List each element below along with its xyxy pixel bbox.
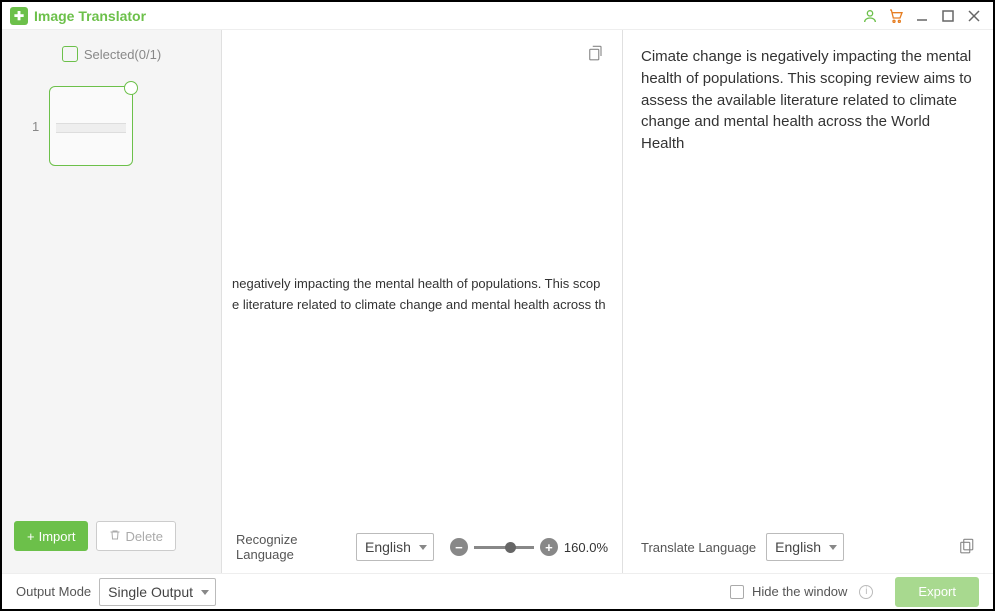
maximize-button[interactable] (937, 5, 959, 27)
translate-language-value: English (775, 539, 821, 555)
hide-window-label: Hide the window (752, 584, 847, 599)
app-logo-icon: ✚ (10, 7, 28, 25)
right-panel: Cimate change is negatively impacting th… (623, 30, 993, 573)
hide-window-checkbox[interactable] (730, 585, 744, 599)
export-label: Export (918, 584, 956, 599)
translated-text: Cimate change is negatively impacting th… (641, 46, 975, 521)
sidebar: Selected(0/1) 1 + Import Delete (2, 30, 222, 573)
user-icon[interactable] (859, 5, 881, 27)
import-label: Import (39, 529, 76, 544)
info-icon[interactable]: i (859, 585, 873, 599)
output-mode-select[interactable]: Single Output (99, 578, 216, 606)
thumbnail-select-dot[interactable] (124, 81, 138, 95)
recognize-language-label: Recognize Language (236, 532, 344, 562)
center-panel: negatively impacting the mental health o… (222, 30, 623, 573)
translate-language-label: Translate Language (641, 540, 756, 555)
zoom-in-button[interactable]: + (540, 538, 558, 556)
delete-button[interactable]: Delete (96, 521, 176, 551)
select-all-checkbox[interactable] (62, 46, 78, 62)
recognize-language-value: English (365, 539, 411, 555)
app-title: Image Translator (34, 8, 146, 24)
recognize-language-select[interactable]: English (356, 533, 434, 561)
preview-line-1: negatively impacting the mental health o… (232, 274, 622, 295)
import-button[interactable]: + Import (14, 521, 88, 551)
selected-row: Selected(0/1) (14, 46, 209, 62)
trash-icon (109, 529, 121, 544)
translate-language-select[interactable]: English (766, 533, 844, 561)
center-toolbar: Recognize Language English − + 160.0% (222, 521, 622, 573)
copy-translation-icon[interactable] (957, 537, 975, 558)
plus-icon: + (27, 529, 35, 544)
thumbnail[interactable] (49, 86, 133, 166)
right-toolbar: Translate Language English (641, 521, 975, 573)
app-window: ✚ Image Translator Selected(0/1) 1 (0, 0, 995, 611)
close-button[interactable] (963, 5, 985, 27)
minimize-button[interactable] (911, 5, 933, 27)
zoom-controls: − + 160.0% (450, 538, 608, 556)
zoom-slider[interactable] (474, 546, 534, 549)
cart-icon[interactable] (885, 5, 907, 27)
zoom-out-button[interactable]: − (450, 538, 468, 556)
titlebar: ✚ Image Translator (2, 2, 993, 30)
output-mode-value: Single Output (108, 584, 193, 600)
zoom-value: 160.0% (564, 540, 608, 555)
thumbnail-row: 1 (14, 86, 209, 166)
thumbnail-index: 1 (32, 119, 39, 134)
sidebar-actions: + Import Delete (14, 521, 209, 557)
preview-line-2: e literature related to climate change a… (232, 295, 622, 316)
main-area: Selected(0/1) 1 + Import Delete (2, 30, 993, 573)
footer: Output Mode Single Output Hide the windo… (2, 573, 993, 609)
image-preview[interactable]: negatively impacting the mental health o… (222, 30, 622, 521)
delete-label: Delete (125, 529, 163, 544)
output-mode-label: Output Mode (16, 584, 91, 599)
selected-label: Selected(0/1) (84, 47, 161, 62)
preview-text: negatively impacting the mental health o… (232, 274, 622, 316)
export-button[interactable]: Export (895, 577, 979, 607)
